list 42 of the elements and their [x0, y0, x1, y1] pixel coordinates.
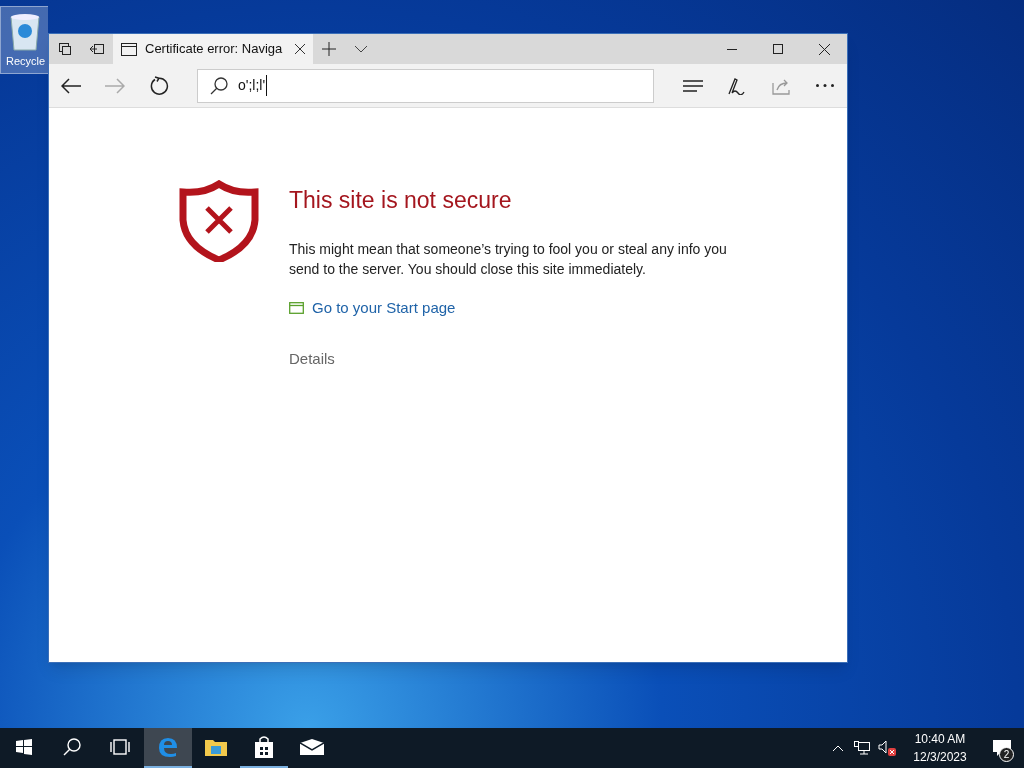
action-center-button[interactable]: 2	[980, 728, 1024, 768]
muted-speaker-icon	[878, 740, 896, 756]
search-icon	[63, 738, 81, 756]
set-aside-icon	[89, 43, 105, 55]
browser-tab[interactable]: Certificate error: Naviga	[113, 34, 313, 64]
back-arrow-icon	[61, 77, 81, 94]
maximize-icon	[773, 44, 783, 54]
clock[interactable]: 10:40 AM 12/3/2023	[900, 728, 980, 768]
envelope-icon	[300, 739, 324, 755]
minimize-icon	[727, 48, 737, 50]
error-title: This site is not secure	[289, 186, 513, 215]
pen-icon	[727, 76, 747, 95]
page-icon	[121, 42, 137, 56]
error-message: This might mean that someone’s trying to fool you or steal any info you send to the server. You should close this site immediately.	[289, 240, 728, 279]
search-icon	[210, 76, 228, 95]
refresh-icon	[149, 75, 169, 96]
folder-icon	[205, 738, 227, 756]
browser-taskbar-button[interactable]	[144, 728, 192, 768]
shopping-bag-icon	[254, 736, 274, 758]
start-page-link[interactable]: Go to your Start page	[289, 297, 749, 320]
task-view-icon	[109, 739, 131, 755]
recycle-bin-icon	[7, 11, 42, 51]
close-icon[interactable]	[295, 44, 305, 54]
shield-error-icon	[179, 180, 259, 262]
details-link[interactable]: Details	[289, 347, 749, 370]
letter-e-icon	[157, 736, 179, 758]
more-icon	[816, 84, 834, 87]
address-bar[interactable]: o';l;l'	[197, 68, 654, 103]
plus-icon	[322, 42, 336, 56]
chevron-down-icon	[354, 45, 368, 53]
windows-logo-icon	[16, 739, 32, 755]
lines-icon	[683, 79, 703, 92]
desktop-icon[interactable]: Recycle	[0, 6, 48, 74]
notification-count: 2	[999, 747, 1014, 762]
chevron-up-icon	[832, 744, 844, 752]
address-text: o';l;l'	[238, 75, 268, 96]
tab-title: Certificate error: Naviga	[145, 40, 284, 59]
page-icon	[289, 302, 304, 315]
tabs-icon	[58, 42, 72, 56]
close-icon	[818, 43, 830, 55]
forward-arrow-icon	[105, 77, 125, 94]
network-icon	[854, 741, 870, 755]
